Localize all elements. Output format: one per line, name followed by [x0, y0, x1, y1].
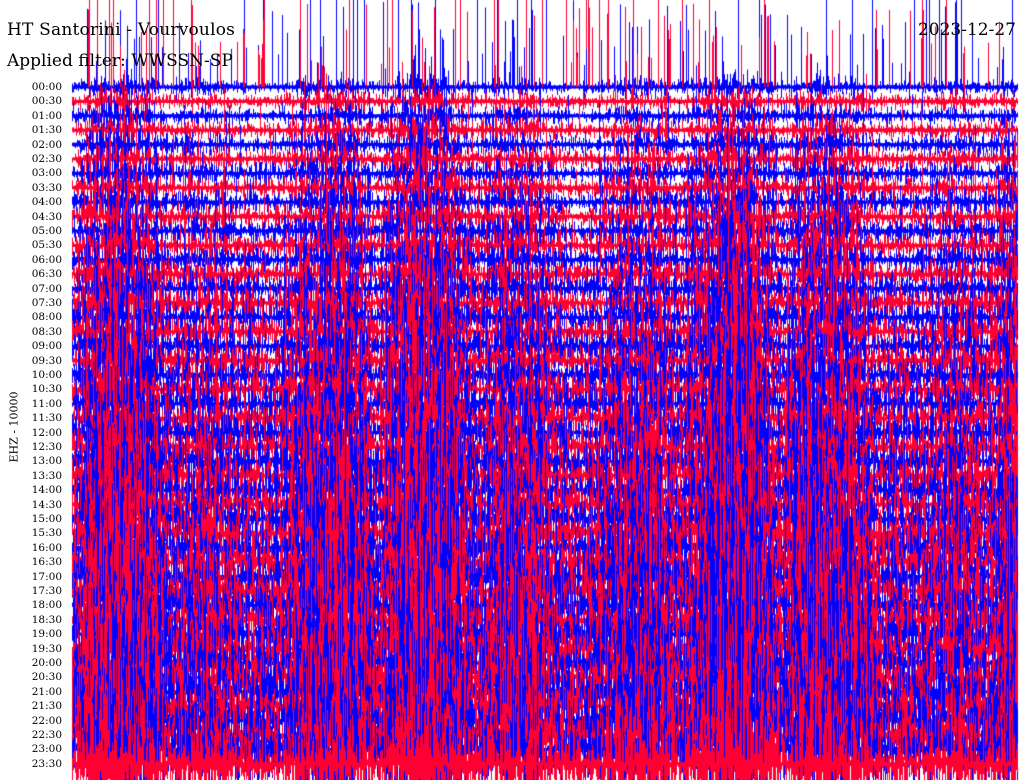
trace-row [72, 80, 1018, 94]
trace-row [72, 224, 1018, 238]
time-tick-label: 20:00 [31, 657, 62, 669]
trace-row [72, 613, 1018, 627]
trace-row [72, 714, 1018, 728]
trace-row [72, 498, 1018, 512]
time-tick-label: 08:30 [31, 325, 62, 338]
trace-row [72, 627, 1018, 641]
time-tick-label: 14:30 [31, 498, 62, 511]
trace-row [72, 656, 1018, 670]
trace-row [72, 598, 1018, 612]
trace-row [72, 310, 1018, 324]
station-title: HT Santorini - Vourvoulos [7, 20, 236, 40]
time-tick-label: 20:30 [31, 671, 62, 684]
trace-row [72, 325, 1018, 339]
trace-row [72, 426, 1018, 440]
trace-row [72, 282, 1018, 296]
time-tick-label: 13:30 [31, 469, 62, 482]
trace-row [72, 699, 1018, 713]
date-label: 2023-12-27 [917, 20, 1016, 40]
trace-row [72, 181, 1018, 195]
time-tick-label: 06:30 [31, 268, 62, 281]
time-tick-label: 00:30 [31, 95, 62, 108]
trace-row [72, 152, 1018, 166]
trace-row [72, 368, 1018, 382]
trace-row [72, 238, 1018, 252]
trace-row [72, 742, 1018, 756]
time-tick-label: 17:00 [31, 570, 62, 583]
time-tick-label: 03:30 [31, 181, 62, 194]
trace-row [72, 454, 1018, 468]
trace-row [72, 253, 1018, 267]
time-tick-label: 02:30 [31, 153, 62, 165]
y-axis-label: EHZ - 10000 [7, 391, 21, 463]
time-tick-label: 15:00 [31, 513, 62, 525]
time-tick-label: 18:00 [31, 599, 62, 612]
trace-row [72, 541, 1018, 555]
time-tick-label: 05:00 [31, 225, 62, 237]
time-tick-label: 18:30 [31, 613, 62, 626]
trace-row [72, 354, 1018, 368]
trace-row [72, 296, 1018, 310]
trace-row [72, 123, 1018, 137]
time-tick-label: 05:30 [31, 239, 62, 252]
trace-row [72, 166, 1018, 180]
time-tick-label: 23:00 [31, 743, 62, 756]
time-tick-label: 07:30 [31, 297, 62, 309]
trace-row [72, 210, 1018, 224]
trace-row [72, 483, 1018, 497]
time-tick-label: 15:30 [31, 527, 62, 540]
time-tick-label: 10:00 [31, 369, 62, 381]
trace-row [72, 382, 1018, 396]
time-tick-label: 07:00 [31, 282, 62, 295]
trace-row [72, 570, 1018, 584]
time-tick-label: 00:00 [31, 81, 62, 93]
time-tick-label: 17:30 [31, 585, 62, 597]
filter-label: Applied filter: WWSSN-SP [7, 51, 233, 71]
time-tick-label: 22:30 [31, 729, 62, 741]
trace-row [72, 411, 1018, 425]
trace-row [72, 512, 1018, 526]
trace-row [72, 555, 1018, 569]
trace-row [72, 397, 1018, 411]
time-tick-label: 01:00 [31, 109, 62, 122]
time-tick-label: 08:00 [31, 311, 62, 324]
trace-row [72, 526, 1018, 540]
trace-row [72, 267, 1018, 281]
time-tick-label: 04:00 [31, 196, 62, 209]
trace-row [72, 670, 1018, 684]
trace-row [72, 757, 1018, 771]
time-tick-label: 19:00 [31, 628, 62, 641]
time-tick-label: 01:30 [31, 124, 62, 137]
time-tick-label: 19:30 [31, 642, 62, 655]
trace-row [72, 728, 1018, 742]
trace-row [72, 440, 1018, 454]
time-tick-label: 21:30 [31, 700, 62, 713]
time-tick-label: 06:00 [31, 253, 62, 266]
time-tick-label: 22:00 [31, 714, 62, 727]
time-tick-label: 09:30 [31, 354, 62, 367]
time-tick-label: 16:30 [31, 556, 62, 569]
time-tick-label: 02:00 [31, 138, 62, 151]
time-tick-label: 16:00 [31, 541, 62, 554]
time-tick-label: 14:00 [31, 484, 62, 497]
trace-row [72, 195, 1018, 209]
trace-row [72, 685, 1018, 699]
trace-row [72, 109, 1018, 123]
trace-row [72, 94, 1018, 108]
trace-row [72, 584, 1018, 598]
time-tick-label: 04:30 [31, 210, 62, 223]
trace-row [72, 642, 1018, 656]
time-tick-label: 03:00 [31, 167, 62, 180]
time-tick-label: 09:00 [31, 340, 62, 353]
time-tick-label: 21:00 [31, 685, 62, 698]
trace-row [72, 339, 1018, 353]
trace-row [72, 469, 1018, 483]
time-tick-label: 23:30 [31, 757, 62, 770]
trace-row [72, 138, 1018, 152]
